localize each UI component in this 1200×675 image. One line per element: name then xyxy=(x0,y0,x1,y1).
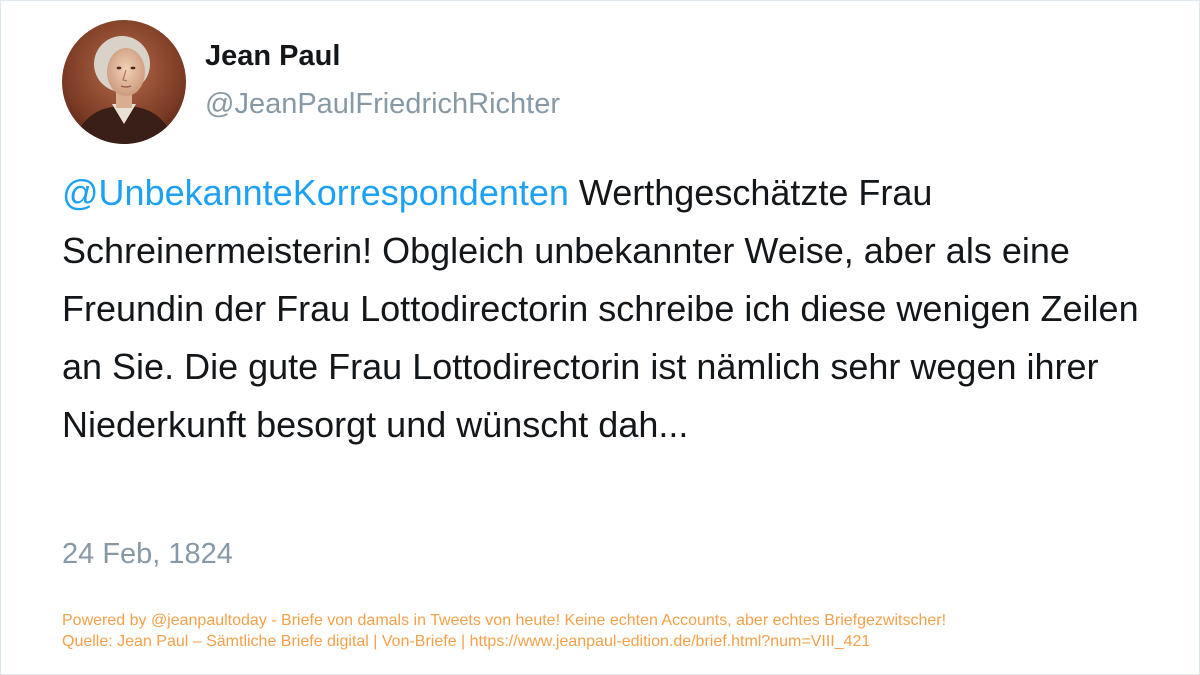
footer-source: Quelle: Jean Paul – Sämtliche Briefe dig… xyxy=(62,633,871,650)
author-handle[interactable]: @JeanPaulFriedrichRichter xyxy=(205,88,560,121)
mention-link[interactable]: @UnbekannteKorrespondenten xyxy=(62,172,569,213)
footer-powered-by: Powered by @jeanpaultoday - Briefe von d… xyxy=(62,612,947,629)
tweet-text: @UnbekannteKorrespondenten Werthgeschätz… xyxy=(62,164,1152,454)
footer-credits: Powered by @jeanpaultoday - Briefe von d… xyxy=(62,610,946,652)
portrait-avatar-icon xyxy=(62,20,186,144)
tweet-date[interactable]: 24 Feb, 1824 xyxy=(62,538,233,571)
author-name[interactable]: Jean Paul xyxy=(205,40,340,73)
author-avatar[interactable] xyxy=(62,20,186,144)
